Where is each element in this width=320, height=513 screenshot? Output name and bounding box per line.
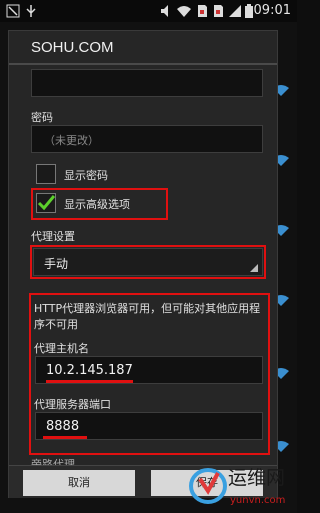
battery-icon (245, 4, 253, 18)
title-divider (9, 63, 277, 65)
show-advanced-label: 显示高级选项 (64, 198, 130, 211)
watermark-url: yunvn.com (230, 495, 285, 506)
dialog-title: SOHU.COM (31, 39, 114, 56)
password-placeholder: （未更改） (44, 134, 99, 147)
proxy-port-value: 8888 (46, 419, 80, 434)
signal-icon (229, 5, 241, 17)
watermark-logo: 运维网 yunvn.com (189, 467, 285, 506)
password-field[interactable]: （未更改） (31, 125, 263, 153)
underline-highlight (46, 380, 133, 383)
show-password-label: 显示密码 (64, 169, 108, 182)
underline-highlight (43, 436, 87, 439)
proxy-port-label: 代理服务器端口 (34, 398, 111, 411)
wifi-icon (177, 6, 191, 17)
proxy-notice: HTTP代理器浏览器可用，但可能对其他应用程序不可用 (34, 302, 261, 331)
wifi-settings-dialog: SOHU.COM 密码 （未更改） 显示密码 显示高级选项 代理设置 手动 HT… (8, 30, 278, 498)
show-password-checkbox[interactable] (36, 164, 56, 184)
status-bar: 09:01 (0, 0, 297, 22)
proxy-settings-label: 代理设置 (31, 230, 75, 243)
mute-icon (161, 5, 168, 17)
proxy-dropdown-value: 手动 (44, 257, 69, 271)
close-icon (6, 4, 20, 18)
usb-icon (26, 5, 36, 17)
cancel-button[interactable]: 取消 (23, 470, 135, 496)
clock: 09:01 (253, 3, 291, 18)
identity-field[interactable] (31, 69, 263, 97)
sd-card-icon (198, 5, 207, 17)
proxy-host-value: 10.2.145.187 (46, 363, 133, 378)
checkmark-icon (37, 195, 56, 211)
dropdown-corner-icon (250, 264, 258, 272)
proxy-dropdown[interactable]: 手动 (33, 248, 263, 276)
show-advanced-checkbox[interactable] (36, 193, 56, 213)
sd-card-icon (214, 5, 223, 17)
watermark-text: 运维网 (228, 467, 285, 489)
proxy-host-label: 代理主机名 (34, 342, 89, 355)
password-label: 密码 (31, 111, 53, 124)
